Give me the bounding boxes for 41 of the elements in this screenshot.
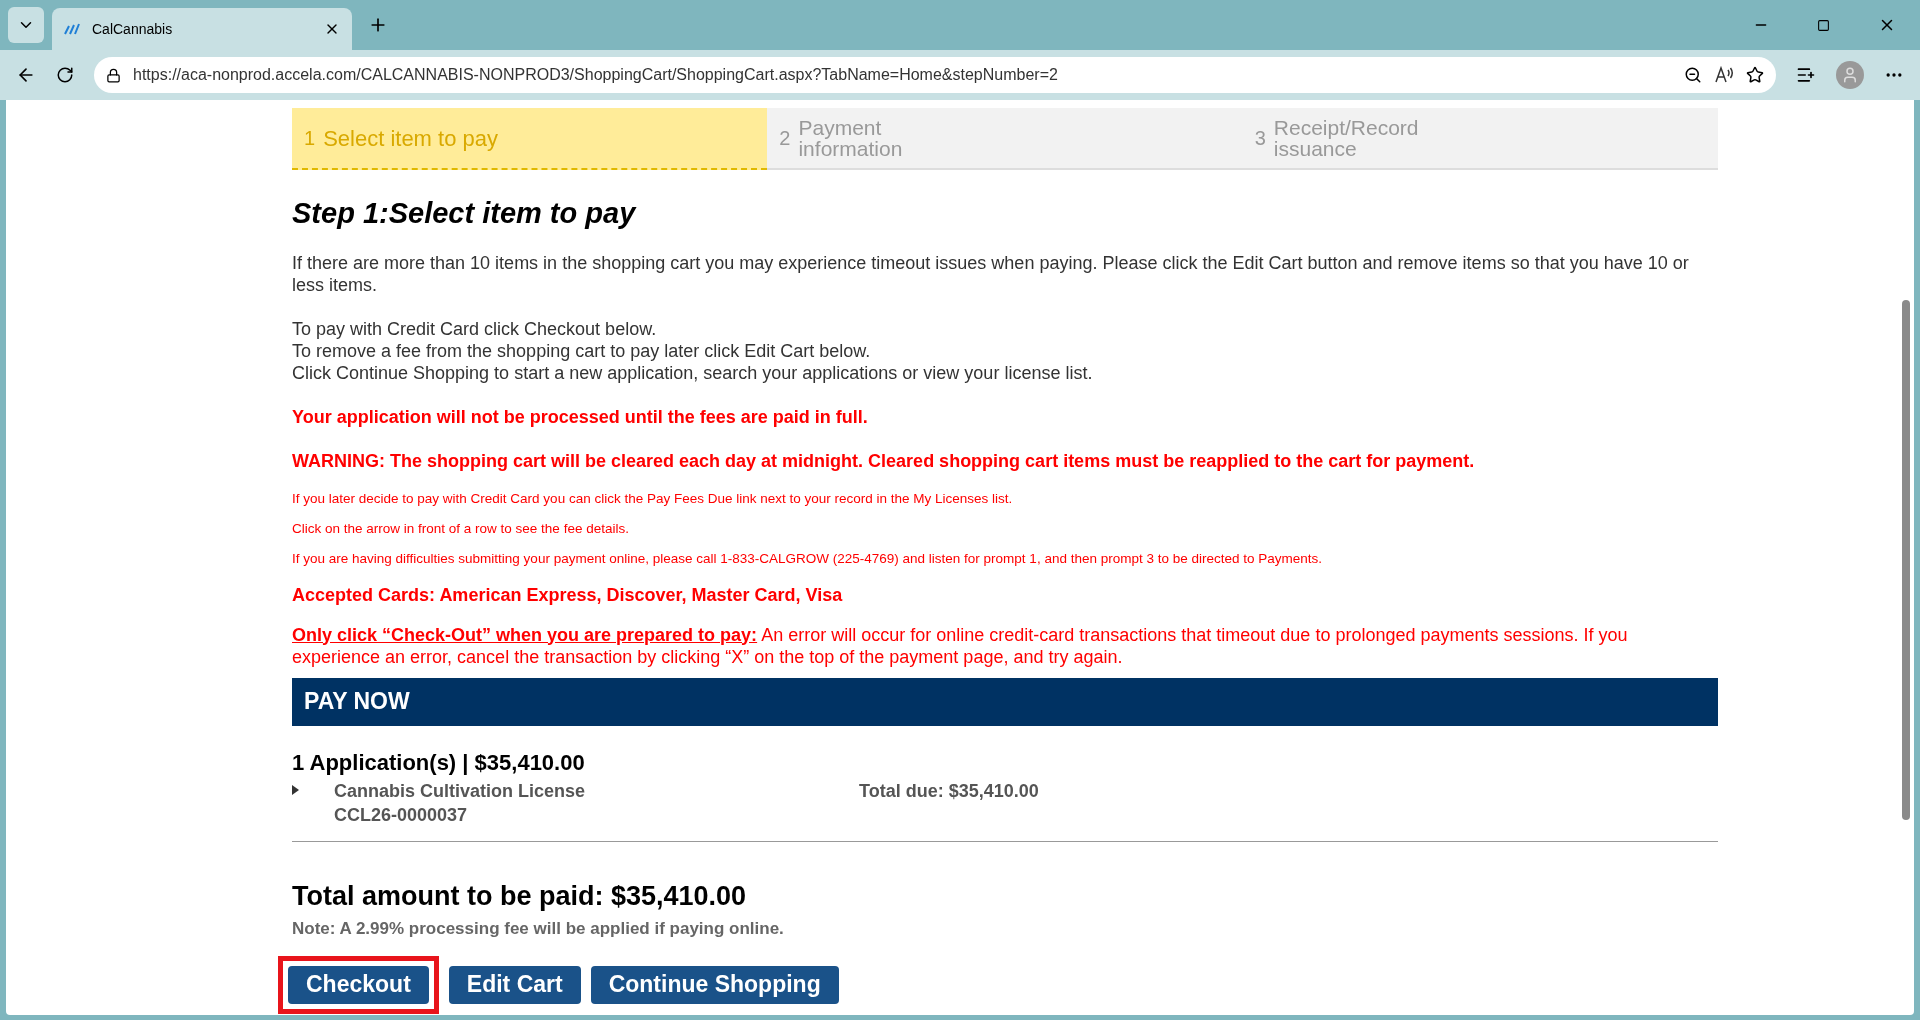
item-name: Cannabis Cultivation License xyxy=(334,779,587,803)
pay-now-header: PAY NOW xyxy=(292,677,1718,726)
read-aloud-icon[interactable] xyxy=(1714,66,1734,84)
favorites-icon[interactable] xyxy=(1796,65,1816,85)
notice-text: If you later decide to pay with Credit Card you can click the Pay Fees Due link next to your record in the My Licenses list. xyxy=(292,489,1014,508)
url-text: https://aca-nonprod.accela.com/CALCANNABIS-NONPROD3/ShoppingCart/ShoppingCart.aspx?TabName=Home&stepNumber=2 xyxy=(133,65,1059,85)
notice-text: WARNING: The shopping cart will be cleared each day at midnight. Cleared shopping cart items must be reapplied to the cart for payment. xyxy=(292,449,1476,472)
processing-fee-note: Note: A 2.99% processing fee will be applied if paying online. xyxy=(292,918,785,940)
expand-arrow-icon[interactable] xyxy=(292,784,299,795)
action-button[interactable]: Continue Shopping xyxy=(590,965,839,1004)
step-number: 2 xyxy=(779,126,791,151)
zoom-icon[interactable] xyxy=(1684,66,1702,84)
notice-text: Click on the arrow in front of a row to see the fee details. xyxy=(292,519,630,538)
restore-icon[interactable] xyxy=(1817,18,1830,32)
notice-text: If you are having difficulties submitting your payment online, please call 1-833-CALGROW (225-4769) and listen for prompt 1, and then prompt 3 to be directed to Payments. xyxy=(292,549,1324,568)
logo-icon xyxy=(64,23,80,35)
step-label: Receipt/Record issuance xyxy=(1273,117,1420,159)
reload-icon[interactable] xyxy=(56,66,74,84)
action-button[interactable]: Edit Cart xyxy=(448,965,581,1004)
instruction-text: To remove a fee from the shopping cart to pay later click Edit Cart below. xyxy=(292,339,872,362)
address-bar[interactable]: https://aca-nonprod.accela.com/CALCANNABIS-NONPROD3/ShoppingCart/ShoppingCart.aspx?TabName=Home&stepNumber=2 xyxy=(94,57,1776,93)
total-due-text: Total due: $35,410.00 xyxy=(859,779,1039,803)
action-button[interactable]: Checkout xyxy=(288,965,429,1004)
application-group-title: 1 Application(s) | $35,410.00 xyxy=(292,748,586,777)
instruction-text: Click Continue Shopping to start a new application, search your applications or view your license list. xyxy=(292,361,1094,384)
step-label: Payment information xyxy=(798,117,904,159)
page-heading: Step 1:Select item to pay xyxy=(292,196,638,231)
instruction-text: To pay with Credit Card click Checkout below. xyxy=(292,317,658,340)
step-number: 1 xyxy=(304,126,316,151)
intro-text: If there are more than 10 items in the shopping cart you may experience timeout issues when paying. Please click the Edit Cart button and remove items so that you have 10 or less items. xyxy=(292,251,1690,296)
browser-tab[interactable]: CalCannabis xyxy=(52,8,352,50)
lock-icon xyxy=(106,67,121,83)
record-number: CCL26-0000037 xyxy=(334,803,469,827)
total-amount-text: Total amount to be paid: $35,410.00 xyxy=(292,879,748,913)
star-icon[interactable] xyxy=(1746,66,1764,84)
tab-title: CalCannabis xyxy=(92,20,174,39)
notice-text: Accepted Cards: American Express, Discover, Master Card, Visa xyxy=(292,583,844,606)
step-number: 3 xyxy=(1254,126,1266,151)
notice-text: Your application will not be processed until the fees are paid in full. xyxy=(292,405,869,428)
step-label: Select item to pay xyxy=(323,127,498,149)
checkout-warning-text: Only click “Check-Out” when you are prepared to pay: An error will occur for online credit-card transactions that timeout due to prolonged payments sessions. If you experience an error, cancel the transaction by clicking “X” on the top of the payment page, and try again. xyxy=(292,623,1629,668)
